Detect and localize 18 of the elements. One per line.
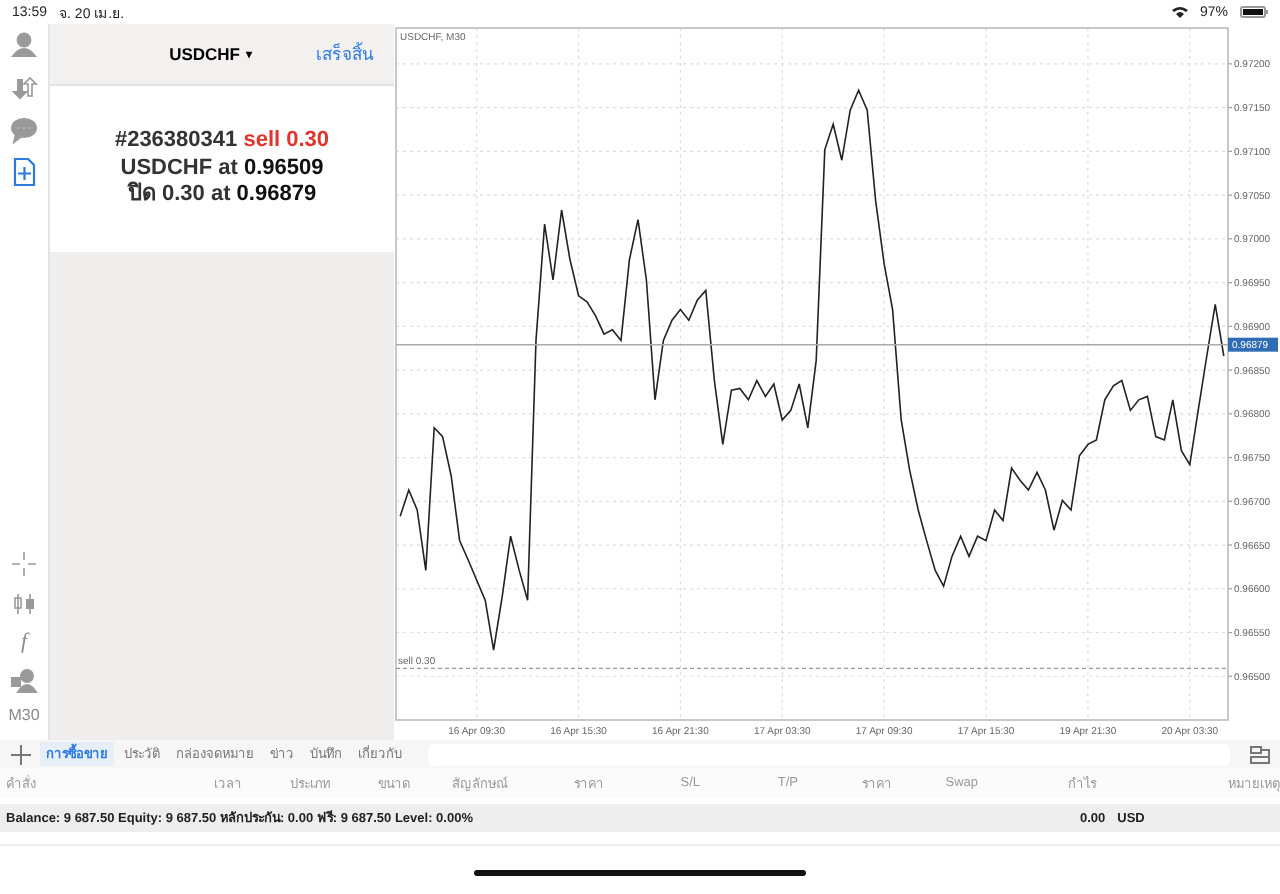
chat-icon[interactable] — [10, 116, 38, 144]
arrows-icon[interactable] — [10, 74, 38, 102]
crosshair-icon[interactable] — [10, 550, 38, 578]
order-ticket: #236380341 — [114, 128, 238, 153]
order-side: sell 0.30 — [243, 128, 330, 153]
add-icon[interactable] — [10, 743, 32, 765]
document-plus-icon[interactable] — [10, 158, 38, 186]
done-button[interactable]: เสร็จสิ้น — [316, 40, 374, 68]
person-icon[interactable] — [10, 32, 38, 60]
battery-icon — [1240, 6, 1268, 18]
layout-icon[interactable] — [1250, 745, 1270, 763]
candles-icon[interactable] — [10, 590, 38, 618]
wifi-icon — [1171, 6, 1188, 18]
order-detail: USDCHF at 0.96509 — [120, 155, 324, 181]
shapes-icon[interactable] — [10, 666, 38, 694]
order-detail: ปิด 0.30 at 0.96879 — [125, 182, 319, 210]
toolbar-label[interactable]: M30 — [8, 706, 40, 724]
toolbar-label[interactable]: f — [20, 630, 28, 654]
